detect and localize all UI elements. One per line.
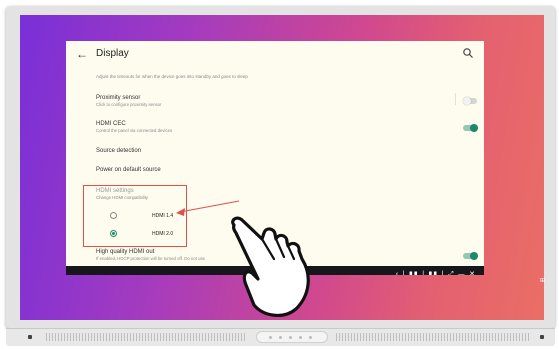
front-button-panel bbox=[256, 331, 328, 343]
toggle-knob bbox=[463, 97, 471, 105]
proximity-sensor-toggle[interactable] bbox=[463, 97, 477, 105]
proximity-sensor-title: Proximity sensor bbox=[96, 95, 141, 101]
front-button[interactable] bbox=[269, 336, 272, 339]
power-on-source-title: Power on default source bbox=[96, 167, 161, 173]
arrow-left-icon[interactable]: ← bbox=[76, 47, 90, 61]
speaker-grill-right bbox=[336, 333, 531, 341]
hdmi-cec-title: HDMI CEC bbox=[96, 121, 126, 127]
front-button[interactable] bbox=[309, 336, 312, 339]
power-on-source-row[interactable]: Power on default source bbox=[96, 167, 476, 173]
corner-grid-icon: ⊞ bbox=[540, 277, 546, 284]
high-quality-hdmi-toggle[interactable] bbox=[463, 252, 478, 260]
hdmi-cec-toggle[interactable] bbox=[463, 124, 478, 132]
toggle-knob bbox=[470, 252, 478, 260]
front-button[interactable] bbox=[299, 336, 302, 339]
front-button[interactable] bbox=[279, 336, 282, 339]
hdmi-2-0-label[interactable]: HDMI 2.0 bbox=[152, 231, 173, 237]
navigation-controls[interactable]: ‹ | ▮▮ | ▮▮ | ⤢ — ✕ bbox=[395, 270, 476, 275]
search-icon[interactable] bbox=[462, 47, 474, 59]
source-detection-title: Source detection bbox=[96, 148, 142, 154]
hdmi-settings-row: HDMI settings Change HDMI compatibility bbox=[96, 188, 476, 200]
row-divider bbox=[455, 93, 456, 105]
hdmi-1-4-label[interactable]: HDMI 1.4 bbox=[152, 213, 173, 219]
hdmi-cec-subtitle: Control the panel via connected devices bbox=[96, 128, 173, 133]
hdmi-2-0-radio[interactable] bbox=[110, 230, 117, 237]
front-button[interactable] bbox=[289, 336, 292, 339]
source-detection-row[interactable]: Source detection bbox=[96, 148, 476, 154]
proximity-sensor-row[interactable]: Proximity sensor Click to configure prox… bbox=[96, 95, 476, 107]
bezel-sensor-right bbox=[540, 335, 544, 339]
page-title: Display bbox=[96, 48, 129, 59]
standby-description: Adjust the timeouts for when the device … bbox=[96, 74, 248, 79]
proximity-sensor-subtitle: Click to configure proximity sensor bbox=[96, 102, 162, 107]
toggle-knob bbox=[470, 124, 478, 132]
app-bar: ← Display bbox=[66, 41, 484, 67]
hdmi-cec-row[interactable]: HDMI CEC Control the panel via connected… bbox=[96, 121, 476, 133]
speaker-grill-left bbox=[46, 333, 246, 341]
hdmi-settings-subtitle: Change HDMI compatibility bbox=[96, 195, 149, 200]
panel-bottom-bezel bbox=[6, 328, 555, 346]
hdmi-1-4-radio[interactable] bbox=[110, 212, 117, 219]
pointing-hand-icon bbox=[231, 216, 310, 317]
hdmi-settings-title: HDMI settings bbox=[96, 188, 134, 194]
bezel-sensor-left bbox=[28, 335, 32, 339]
